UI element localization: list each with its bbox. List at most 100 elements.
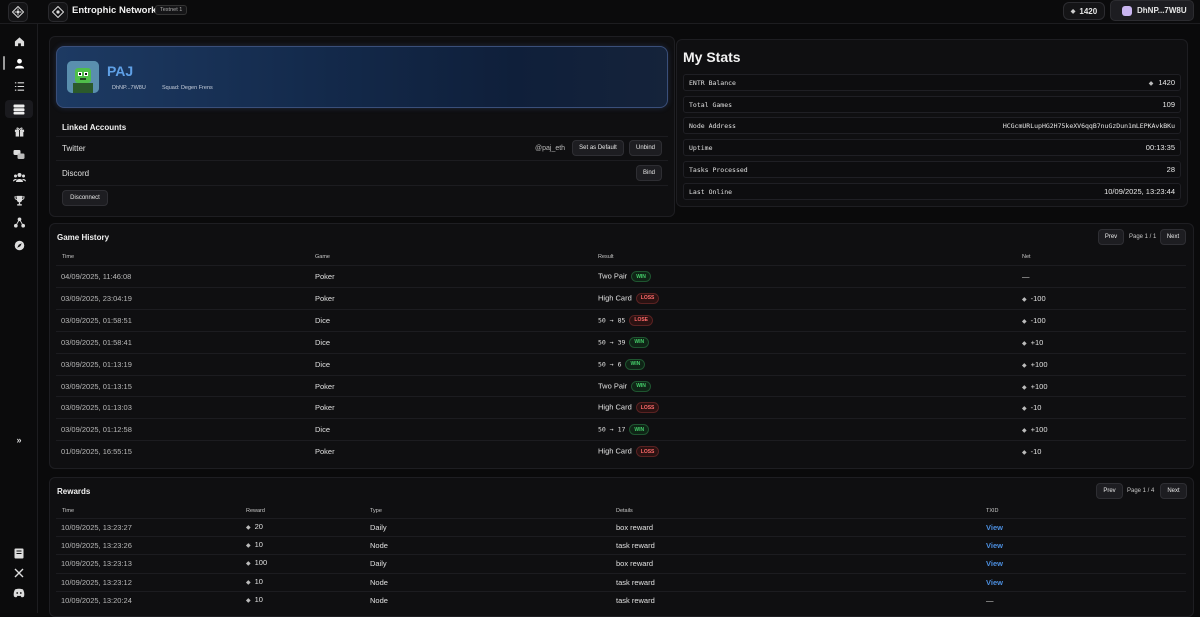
stat-value: HCGcmURLupHG2H75keXV6qqB7nuGzDun1mLEPKAv… [1003, 122, 1175, 130]
top-bar: Entrophic Network Testnet 1 ◆ 1420 DhNP.… [0, 0, 1200, 24]
stat-label: Tasks Processed [689, 165, 748, 174]
game-history-prev-button[interactable]: Prev [1098, 229, 1124, 245]
status-badge: LOSS [635, 402, 660, 414]
cell-net: — [1022, 272, 1030, 281]
cell-game: Dice [315, 359, 331, 369]
status-badge: WIN [629, 336, 650, 348]
result-text: Two Pair [598, 271, 628, 281]
diamond-icon: ◆ [246, 597, 251, 604]
table-row: 10/09/2025, 13:23:13 ◆ 100 Daily box reward V… [56, 555, 1186, 573]
cell-type: Node [370, 541, 388, 551]
game-history-next-button[interactable]: Next [1160, 229, 1186, 245]
cell-net: ◆ -100 [1022, 316, 1046, 325]
stat-row: ENTR Balance ◆ 1420 [683, 74, 1181, 91]
stat-value-text: 28 [1166, 164, 1175, 174]
status-badge: WIN [631, 380, 651, 392]
explore-icon[interactable] [11, 237, 27, 253]
wallet-button[interactable]: DhNP...7W8U [1110, 0, 1194, 21]
stat-value-text: 1420 [1158, 78, 1175, 87]
diamond-icon: ◆ [1022, 406, 1027, 413]
cell-reward: ◆ 10 [246, 577, 263, 586]
cell-net: ◆ -10 [1022, 447, 1041, 456]
table-row: 10/09/2025, 13:20:24 ◆ 10 Node task reward — [56, 592, 1186, 610]
diamond-icon: ◆ [1022, 428, 1027, 435]
txid-view-link[interactable]: View [986, 578, 1003, 587]
stat-row: Last Online 10/09/2025, 13:23:44 [683, 182, 1181, 200]
app-logo-icon[interactable] [8, 2, 28, 22]
result-text: High Card [598, 446, 632, 456]
net-value: — [1022, 272, 1030, 281]
cell-details: task reward [616, 541, 655, 551]
cell-game: Dice [315, 425, 331, 435]
games-icon[interactable] [11, 146, 27, 162]
cell-reward: ◆ 10 [246, 540, 263, 549]
reward-value: 100 [254, 558, 268, 568]
sidebar: » [0, 24, 38, 613]
cell-net: ◆ -100 [1022, 294, 1046, 303]
cell-game: Poker [315, 447, 335, 457]
cell-result: High Card LOSS [598, 292, 660, 304]
cell-result: Two Pair WIN [598, 380, 651, 392]
cell-time: 03/09/2025, 01:13:15 [61, 381, 132, 391]
cell-reward: ◆ 10 [246, 595, 263, 604]
nodes-icon[interactable] [11, 101, 27, 117]
home-icon[interactable] [11, 33, 27, 49]
tasks-list-icon[interactable] [11, 78, 27, 94]
docs-icon[interactable] [11, 545, 27, 561]
col-header-details: Details [616, 508, 633, 514]
cell-details: box reward [616, 559, 654, 569]
col-header-time: Time [62, 508, 75, 514]
discord-icon[interactable] [11, 585, 27, 601]
net-value: -100 [1030, 293, 1046, 303]
profile-card: PAJ DhNP...7W8U Squad: Degen Frens [56, 46, 668, 108]
cell-time: 01/09/2025, 16:55:15 [61, 447, 132, 457]
squads-icon[interactable] [11, 169, 27, 185]
cell-time: 03/09/2025, 01:13:19 [61, 359, 132, 369]
cell-time: 03/09/2025, 01:58:41 [61, 337, 132, 347]
cell-time: 10/09/2025, 13:23:13 [61, 559, 132, 569]
table-row: 03/09/2025, 01:58:41 Dice 50 → 39 WIN ◆ +10 [56, 332, 1186, 353]
cell-time: 10/09/2025, 13:23:26 [61, 541, 132, 551]
cell-type: Node [370, 595, 388, 605]
stat-value: ◆ 1420 [1149, 78, 1175, 87]
network-icon[interactable] [11, 214, 27, 230]
sidebar-active-indicator [3, 56, 5, 70]
cell-game: Poker [315, 272, 335, 281]
cell-time: 03/09/2025, 01:58:51 [61, 315, 132, 325]
disconnect-button[interactable]: Disconnect [62, 190, 108, 206]
rewards-prev-button[interactable]: Prev [1096, 483, 1123, 499]
stat-value-text: 10/09/2025, 13:23:44 [1104, 186, 1175, 196]
cell-result: 50 → 39 WIN [598, 336, 650, 348]
cell-game: Poker [315, 293, 335, 303]
set-default-button[interactable]: Set as Default [572, 140, 624, 156]
net-value: -10 [1030, 447, 1042, 457]
rewards-next-button[interactable]: Next [1160, 483, 1187, 499]
stat-value: 00:13:35 [1146, 143, 1175, 152]
gift-icon[interactable] [11, 123, 27, 139]
txid-view-link[interactable]: View [986, 559, 1003, 568]
table-row: 10/09/2025, 13:23:26 ◆ 10 Node task reward Vi… [56, 537, 1186, 555]
rewards-title: Rewards [57, 487, 91, 496]
balance-chip[interactable]: ◆ 1420 [1063, 2, 1105, 20]
net-value: +100 [1030, 381, 1048, 391]
profile-icon[interactable] [11, 55, 27, 71]
col-header-game: Game [315, 254, 330, 260]
unbind-button[interactable]: Unbind [629, 140, 662, 156]
cell-details: box reward [616, 523, 654, 532]
profile-wallet: DhNP...7W8U [112, 85, 146, 91]
table-row: 03/09/2025, 23:04:19 Poker High Card LOSS ◆ -… [56, 288, 1186, 309]
expand-sidebar-icon[interactable]: » [11, 432, 27, 448]
cell-net: ◆ -10 [1022, 403, 1041, 412]
cell-time: 03/09/2025, 01:13:03 [61, 403, 132, 413]
status-badge: LOSS [635, 446, 660, 458]
table-row: 03/09/2025, 01:12:58 Dice 50 → 17 WIN ◆ +100 [56, 419, 1186, 440]
x-social-icon[interactable] [11, 565, 27, 581]
trophy-icon[interactable] [11, 192, 27, 208]
txid-view-link[interactable]: View [986, 541, 1003, 550]
cell-time: 10/09/2025, 13:23:27 [61, 523, 132, 532]
txid-view-link[interactable]: View [986, 523, 1003, 532]
balance-value: 1420 [1079, 6, 1098, 16]
bind-button[interactable]: Bind [636, 165, 662, 181]
table-row: 03/09/2025, 01:13:15 Poker Two Pair WIN ◆ +10… [56, 376, 1186, 397]
result-text: 50 → 6 [598, 360, 622, 369]
